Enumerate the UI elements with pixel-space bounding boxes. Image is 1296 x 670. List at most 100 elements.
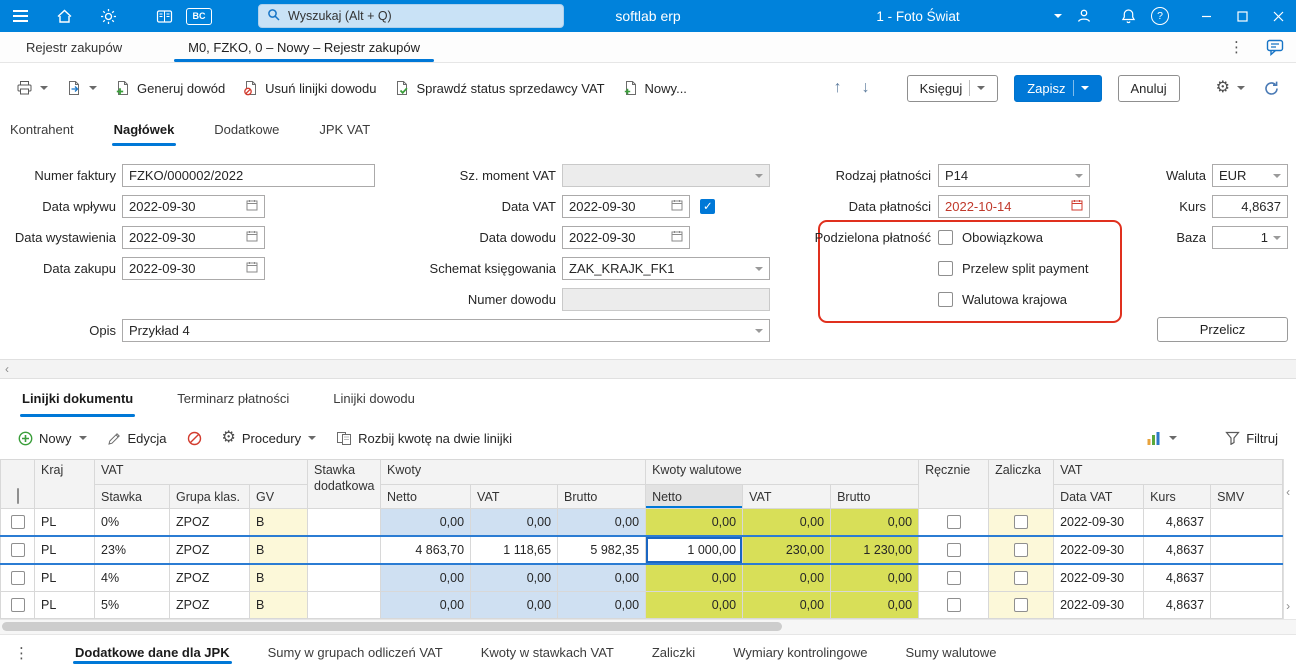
cell-vat[interactable]: 0,00 — [470, 591, 559, 619]
tab-wymiary-kontrolingowe[interactable]: Wymiary kontrolingowe — [733, 635, 867, 670]
cell-netto[interactable]: 0,00 — [380, 563, 472, 592]
cell-kurs[interactable]: 4,8637 — [1143, 591, 1212, 619]
remove-document-lines-button[interactable]: Usuń linijki dowodu — [235, 75, 384, 101]
cell-wal-netto[interactable]: 0,00 — [645, 508, 744, 537]
chart-view-button[interactable] — [1138, 426, 1185, 451]
collapse-left-icon[interactable]: ‹ — [0, 362, 9, 376]
cell-kurs[interactable]: 4,8637 — [1143, 563, 1212, 592]
cell-brutto[interactable]: 5 982,35 — [557, 535, 647, 565]
tab-naglowek[interactable]: Nagłówek — [111, 113, 176, 146]
table-row-selected[interactable]: PL 23% ZPOZ B 4 863,70 1 118,65 5 982,35… — [0, 535, 1284, 565]
cell-gv[interactable]: B — [248, 563, 309, 592]
split-payment-transfer-checkbox[interactable] — [938, 260, 953, 276]
table-row[interactable]: PL 4% ZPOZ B 0,00 0,00 0,00 0,00 0,00 0,… — [0, 563, 1284, 592]
edit-line-button[interactable]: Edycja — [99, 426, 175, 451]
cell-gv[interactable]: B — [248, 535, 309, 565]
settings-gear-icon[interactable] — [92, 0, 124, 32]
cell-wal-brutto[interactable]: 0,00 — [830, 591, 920, 619]
receipt-date-field[interactable]: 2022-09-30 — [122, 195, 265, 218]
cell-netto[interactable]: 4 863,70 — [380, 535, 472, 565]
base-field[interactable]: 1 — [1212, 226, 1288, 249]
cell-vat[interactable]: 0,00 — [470, 563, 559, 592]
cell-wal-brutto[interactable]: 0,00 — [830, 563, 920, 592]
calendar-icon[interactable] — [246, 261, 258, 276]
cell-stawka[interactable]: 4% — [94, 563, 170, 592]
scroll-right-icon[interactable]: › — [1286, 599, 1290, 613]
cell-smv[interactable] — [1210, 563, 1284, 592]
cell-stawka-dodatkowa[interactable] — [307, 591, 382, 619]
domestic-currency-checkbox[interactable] — [938, 291, 953, 307]
cell-wal-vat[interactable]: 0,00 — [742, 508, 832, 537]
move-down-button[interactable]: ↓ — [853, 75, 879, 101]
cell-stawka-dodatkowa[interactable] — [307, 535, 382, 565]
tab-sumy-walutowe[interactable]: Sumy walutowe — [905, 635, 996, 670]
procedures-button[interactable]: ⚙ Procedury — [214, 425, 325, 451]
cell-wal-vat[interactable]: 230,00 — [742, 535, 832, 565]
cell-grupa[interactable]: ZPOZ — [169, 563, 250, 592]
cell-recznie[interactable] — [918, 563, 990, 592]
cell-zaliczka[interactable] — [988, 591, 1055, 619]
column-header-wal-vat[interactable]: VAT — [742, 484, 832, 509]
vat-date-field[interactable]: 2022-09-30 — [562, 195, 690, 218]
document-tab[interactable]: M0, FZKO, 0 – Nowy – Rejestr zakupów — [170, 32, 438, 62]
tab-dodatkowe-dane-jpk[interactable]: Dodatkowe dane dla JPK — [73, 635, 232, 670]
registers-icon[interactable] — [148, 0, 180, 32]
cell-wal-netto-selected[interactable]: 1 000,00 — [645, 535, 744, 565]
post-button[interactable]: Księguj — [906, 74, 999, 102]
calendar-icon[interactable] — [671, 230, 683, 245]
column-header-wal-brutto[interactable]: Brutto — [830, 484, 920, 509]
recalculate-button[interactable]: Przelicz — [1157, 317, 1288, 342]
cancel-button[interactable]: Anuluj — [1117, 74, 1180, 102]
close-button[interactable] — [1260, 0, 1296, 32]
cell-stawka[interactable]: 0% — [94, 508, 170, 537]
chevron-down-icon[interactable] — [1273, 235, 1281, 240]
cell-vat[interactable]: 1 118,65 — [470, 535, 559, 565]
cell-wal-netto[interactable]: 0,00 — [645, 591, 744, 619]
calendar-icon[interactable] — [1071, 199, 1083, 214]
payment-date-field[interactable]: 2022-10-14 — [938, 195, 1090, 218]
home-icon[interactable] — [48, 0, 80, 32]
cell-kraj[interactable]: PL — [34, 508, 95, 537]
column-header-zaliczka[interactable]: Zaliczka — [988, 459, 1055, 509]
cell-grupa[interactable]: ZPOZ — [169, 535, 250, 565]
cell-stawka-dodatkowa[interactable] — [307, 508, 382, 537]
cell-wal-vat[interactable]: 0,00 — [742, 591, 832, 619]
help-icon[interactable]: ? — [1144, 0, 1176, 32]
vat-date-checkbox[interactable] — [700, 199, 715, 214]
tab-sumy-grupy-odliczen[interactable]: Sumy w grupach odliczeń VAT — [268, 635, 443, 670]
purchase-date-field[interactable]: 2022-09-30 — [122, 257, 265, 280]
generate-document-button[interactable]: Generuj dowód — [107, 75, 233, 101]
horizontal-scrollbar[interactable] — [0, 619, 1296, 634]
tab-dodatkowe[interactable]: Dodatkowe — [214, 113, 279, 146]
cell-smv[interactable] — [1210, 591, 1284, 619]
tab-jpk-vat[interactable]: JPK VAT — [319, 113, 370, 146]
filter-button[interactable]: Filtruj — [1217, 426, 1286, 451]
cell-wal-brutto[interactable]: 0,00 — [830, 508, 920, 537]
tab-kwoty-stawki-vat[interactable]: Kwoty w stawkach VAT — [481, 635, 614, 670]
column-header-brutto[interactable]: Brutto — [557, 484, 647, 509]
cell-zaliczka[interactable] — [988, 508, 1055, 537]
cell-stawka-dodatkowa[interactable] — [307, 563, 382, 592]
cell-wal-vat[interactable]: 0,00 — [742, 563, 832, 592]
cell-data-vat[interactable]: 2022-09-30 — [1053, 563, 1145, 592]
more-options-icon[interactable]: ⋮ — [1219, 32, 1254, 62]
new-line-button[interactable]: Nowy — [10, 426, 95, 451]
band-header-vat[interactable]: VAT — [93, 459, 309, 485]
posting-scheme-field[interactable]: ZAK_KRAJK_FK1 — [562, 257, 770, 280]
print-button[interactable] — [8, 75, 56, 101]
cell-data-vat[interactable]: 2022-09-30 — [1053, 591, 1145, 619]
column-header-wal-netto[interactable]: Netto — [645, 484, 744, 509]
cell-smv[interactable] — [1210, 508, 1284, 537]
comments-icon[interactable] — [1254, 32, 1296, 62]
row-selector[interactable] — [0, 535, 35, 565]
notifications-bell-icon[interactable] — [1112, 0, 1144, 32]
column-header-gv[interactable]: GV — [248, 484, 309, 509]
chevron-down-icon[interactable] — [1273, 173, 1281, 178]
cell-kraj[interactable]: PL — [34, 535, 95, 565]
row-selector[interactable] — [0, 563, 35, 592]
cell-recznie[interactable] — [918, 508, 990, 537]
payment-type-field[interactable]: P14 — [938, 164, 1090, 187]
module-breadcrumb[interactable]: Rejestr zakupów — [0, 32, 148, 62]
cell-vat[interactable]: 0,00 — [470, 508, 559, 537]
row-selector[interactable] — [0, 508, 35, 537]
